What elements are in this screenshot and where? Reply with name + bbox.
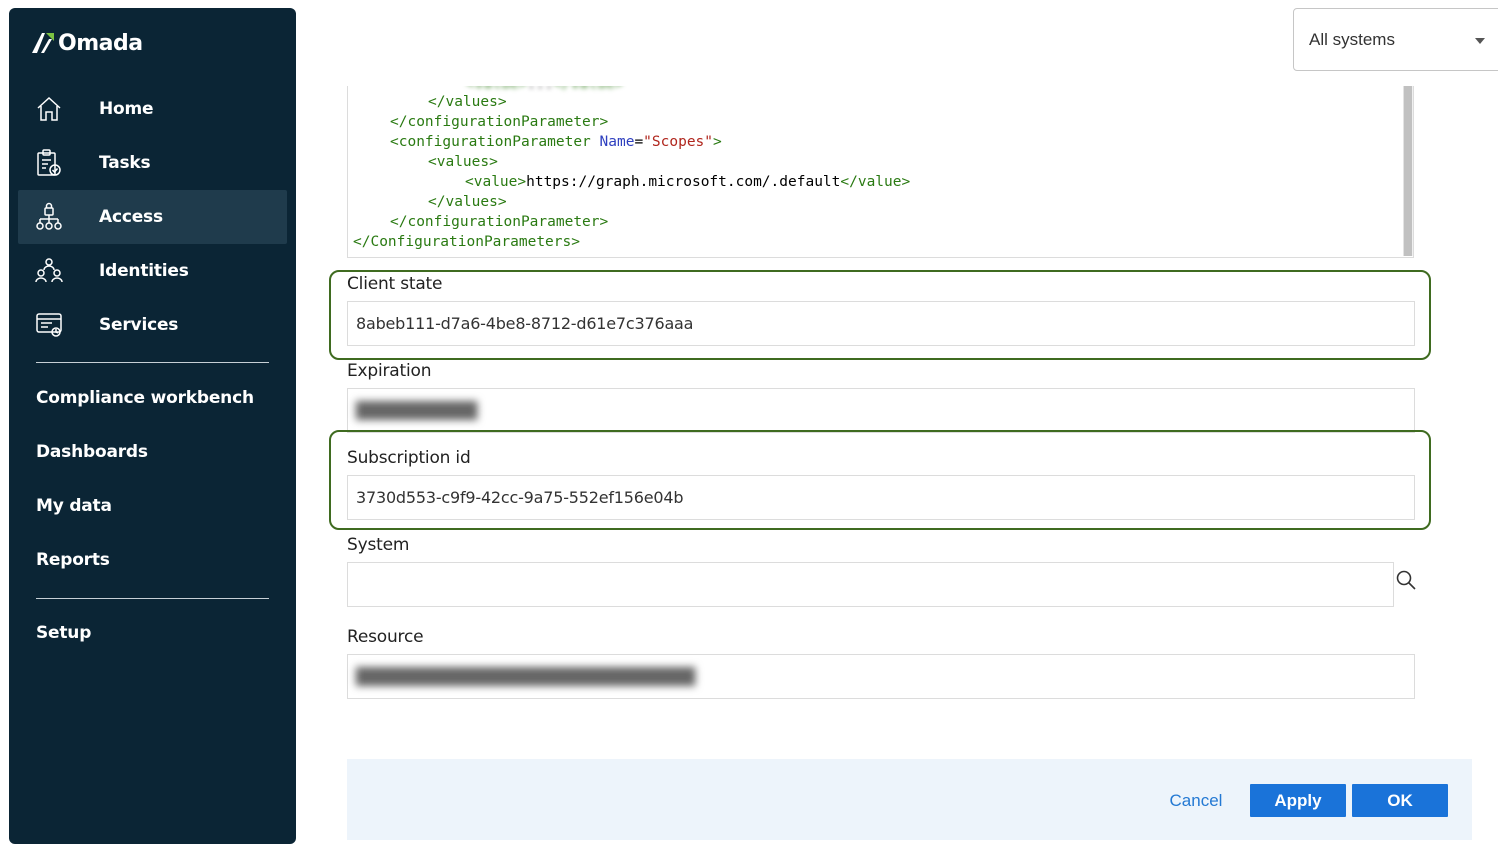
sidebar-item-identities[interactable]: Identities: [18, 244, 287, 298]
omada-logo[interactable]: Omada: [30, 28, 143, 58]
sidebar-item-compliance-workbench[interactable]: Compliance workbench: [36, 388, 254, 408]
tasks-icon: [34, 148, 64, 178]
app-name: Omada: [58, 30, 143, 56]
apply-button[interactable]: Apply: [1250, 784, 1346, 817]
cancel-button[interactable]: Cancel: [1160, 784, 1232, 817]
code-line: </ConfigurationParameters>: [353, 234, 580, 250]
ok-button[interactable]: OK: [1352, 784, 1448, 817]
sidebar-item-label: Home: [99, 99, 154, 119]
access-icon: [34, 202, 64, 232]
code-line: <configurationParameter Name="Scopes">: [390, 134, 722, 150]
expiration-field[interactable]: ██████████: [347, 388, 1415, 433]
subscription-id-label: Subscription id: [347, 448, 471, 468]
sidebar-item-label: Access: [99, 207, 163, 227]
code-line: <values>: [428, 154, 498, 170]
sidebar-item-home[interactable]: Home: [18, 82, 287, 136]
sidebar-item-my-data[interactable]: My data: [36, 496, 112, 516]
sidebar-divider: [36, 598, 269, 599]
system-label: System: [347, 535, 410, 555]
client-state-label: Client state: [347, 274, 443, 294]
resource-value-redacted: ████████████████████████████: [356, 667, 695, 686]
system-selector[interactable]: All systems: [1293, 8, 1498, 71]
sidebar-item-tasks[interactable]: Tasks: [18, 136, 287, 190]
identities-icon: [34, 256, 64, 286]
services-icon: [34, 310, 64, 340]
caret-down-icon: [1475, 38, 1485, 44]
code-line: </values>: [428, 194, 507, 210]
sidebar-item-label: Identities: [99, 261, 189, 281]
code-scrollbar-thumb[interactable]: [1404, 86, 1412, 256]
omada-logo-icon: [32, 33, 54, 53]
code-line: </configurationParameter>: [390, 114, 609, 130]
sidebar-item-setup[interactable]: Setup: [36, 623, 91, 643]
code-line: </values>: [428, 94, 507, 110]
expiration-label: Expiration: [347, 361, 432, 381]
search-icon[interactable]: [1395, 569, 1417, 591]
system-selector-value: All systems: [1309, 29, 1395, 49]
resource-label: Resource: [347, 627, 424, 647]
system-field[interactable]: [347, 562, 1394, 607]
resource-field[interactable]: ████████████████████████████: [347, 654, 1415, 699]
subscription-id-field[interactable]: 3730d553-c9f9-42cc-9a75-552ef156e04b: [347, 475, 1415, 520]
sidebar-item-label: Services: [99, 315, 179, 335]
sidebar-item-access[interactable]: Access: [18, 190, 287, 244]
expiration-value-redacted: ██████████: [356, 401, 478, 420]
sidebar: Omada Home Tasks Access Identities Servi…: [9, 8, 296, 844]
code-line: <value>https://graph.microsoft.com/.defa…: [465, 174, 911, 190]
code-line: </configurationParameter>: [390, 214, 609, 230]
sidebar-item-label: Tasks: [99, 153, 151, 173]
sidebar-item-services[interactable]: Services: [18, 298, 287, 352]
configuration-xml-editor[interactable]: <value>...</value> </values> </configura…: [347, 86, 1414, 258]
home-icon: [34, 94, 64, 124]
code-scrollbar[interactable]: [1403, 86, 1413, 256]
sidebar-item-reports[interactable]: Reports: [36, 550, 110, 570]
sidebar-divider: [36, 362, 269, 363]
client-state-field[interactable]: 8abeb111-d7a6-4be8-8712-d61e7c376aaa: [347, 301, 1415, 346]
sidebar-item-dashboards[interactable]: Dashboards: [36, 442, 148, 462]
